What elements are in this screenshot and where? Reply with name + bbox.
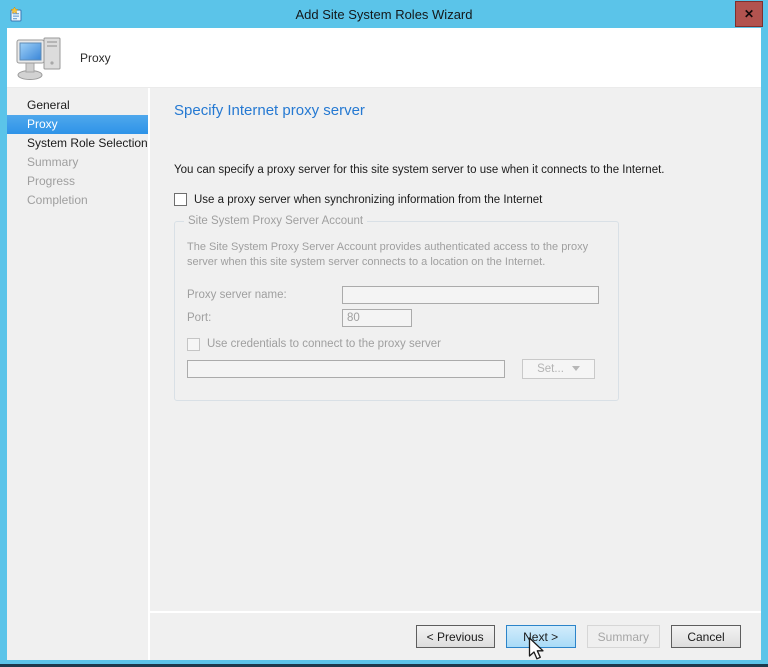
account-input <box>187 359 505 378</box>
dropdown-arrow-icon <box>571 366 580 372</box>
sidebar-item-general[interactable]: General <box>7 96 148 115</box>
port-input <box>342 308 412 327</box>
wizard-window: Add Site System Roles Wizard ✕ Proxy Gen… <box>0 0 768 667</box>
page-title: Specify Internet proxy server <box>174 102 365 119</box>
port-row: Port: <box>187 308 606 327</box>
wizard-icon <box>10 6 22 22</box>
wizard-step-sidebar: General Proxy System Role Selection Summ… <box>7 88 150 660</box>
sidebar-item-proxy[interactable]: Proxy <box>7 115 148 134</box>
next-button[interactable]: Next > <box>505 625 576 648</box>
dialog-body: Proxy General Proxy System Role Selectio… <box>7 28 761 660</box>
close-button[interactable]: ✕ <box>735 1 763 27</box>
groupbox-description: The Site System Proxy Server Account pro… <box>187 241 589 269</box>
account-row: Set... <box>187 358 606 379</box>
use-proxy-checkbox-row: Use a proxy server when synchronizing in… <box>174 193 737 206</box>
proxy-name-row: Proxy server name: <box>187 285 606 304</box>
credentials-checkbox-row: Use credentials to connect to the proxy … <box>187 337 606 351</box>
computer-icon <box>16 37 61 80</box>
window-title: Add Site System Roles Wizard <box>295 6 473 22</box>
header-banner: Proxy <box>7 28 761 88</box>
proxy-name-input <box>342 285 599 304</box>
sidebar-item-completion: Completion <box>27 193 88 207</box>
wizard-button-bar: < Previous Next > Summary Cancel <box>150 611 761 660</box>
credentials-checkbox <box>187 337 200 351</box>
header-page-label: Proxy <box>80 50 111 65</box>
set-account-button-label: Set... <box>537 362 564 375</box>
use-proxy-checkbox[interactable] <box>174 193 187 206</box>
sidebar-item-progress: Progress <box>27 174 76 188</box>
use-proxy-checkbox-label: Use a proxy server when synchronizing in… <box>194 193 543 206</box>
sidebar-item-summary: Summary <box>27 155 79 169</box>
proxy-name-label: Proxy server name: <box>187 288 287 301</box>
summary-button: Summary <box>586 625 660 648</box>
set-account-button: Set... <box>522 358 595 379</box>
titlebar: Add Site System Roles Wizard ✕ <box>0 0 768 28</box>
previous-button[interactable]: < Previous <box>415 625 495 648</box>
wizard-page: Specify Internet proxy server You can sp… <box>150 88 761 660</box>
sidebar-item-system-role-selection[interactable]: System Role Selection <box>7 134 148 153</box>
credentials-checkbox-label: Use credentials to connect to the proxy … <box>207 338 441 351</box>
groupbox-legend: Site System Proxy Server Account <box>184 215 368 227</box>
port-label: Port: <box>187 311 212 324</box>
cancel-button[interactable]: Cancel <box>671 625 741 648</box>
proxy-account-groupbox: Site System Proxy Server Account The Sit… <box>174 215 619 401</box>
page-description: You can specify a proxy server for this … <box>174 164 665 176</box>
